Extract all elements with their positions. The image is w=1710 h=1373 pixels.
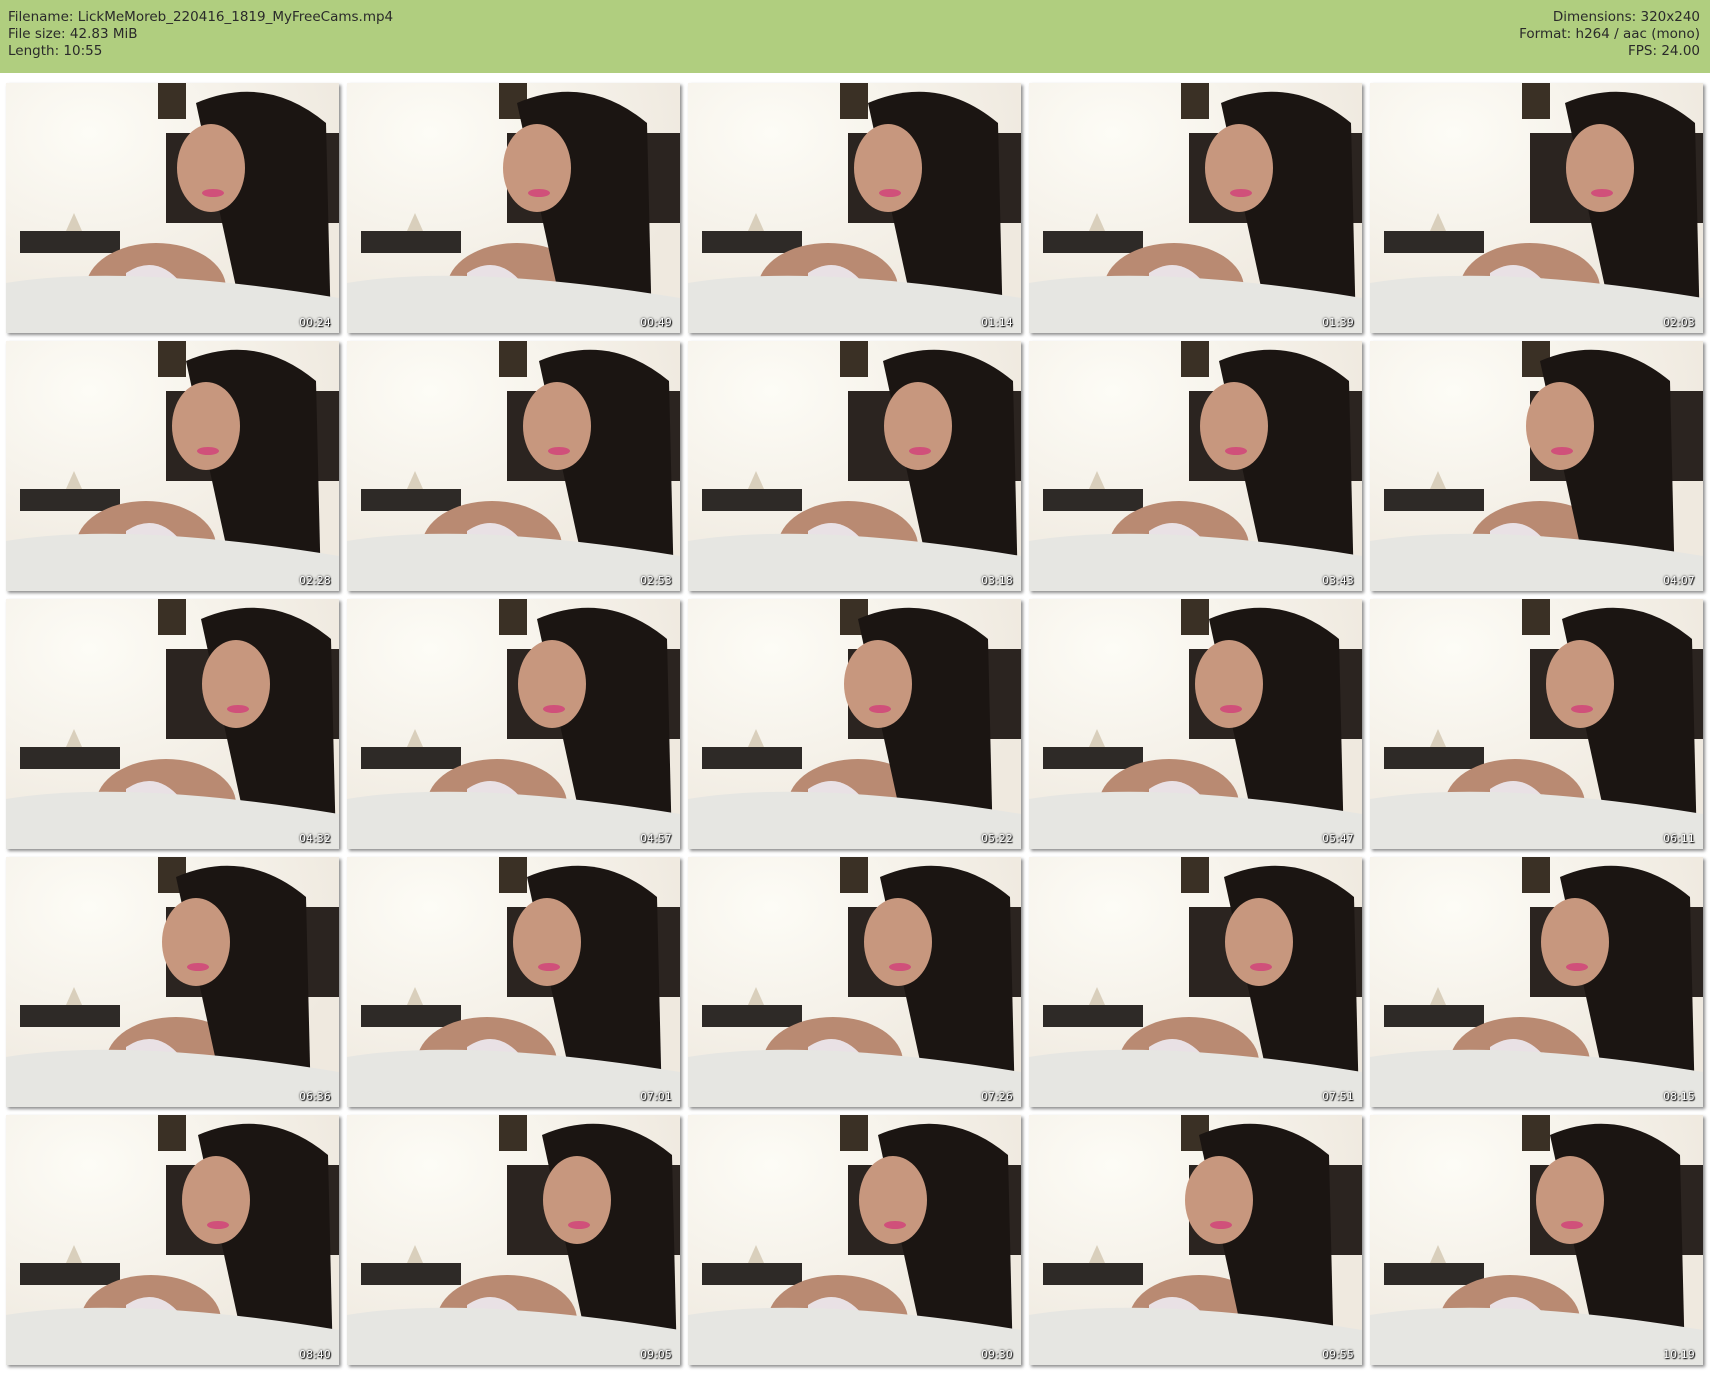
frame-timestamp: 07:01 — [640, 1091, 672, 1103]
frame-image — [1370, 1115, 1703, 1365]
video-frame-thumbnail: 07:51 — [1029, 857, 1362, 1107]
frame-timestamp: 01:14 — [981, 317, 1013, 329]
frame-timestamp: 05:22 — [981, 833, 1013, 845]
video-frame-thumbnail: 09:55 — [1029, 1115, 1362, 1365]
frame-timestamp: 06:36 — [299, 1091, 331, 1103]
frame-image — [1370, 341, 1703, 591]
video-frame-thumbnail: 02:03 — [1370, 83, 1703, 333]
video-frame-thumbnail: 05:47 — [1029, 599, 1362, 849]
frame-timestamp: 07:26 — [981, 1091, 1013, 1103]
frame-image — [1370, 599, 1703, 849]
frame-timestamp: 00:49 — [640, 317, 672, 329]
video-frame-thumbnail: 10:19 — [1370, 1115, 1703, 1365]
video-frame-thumbnail: 03:18 — [688, 341, 1021, 591]
frame-image — [688, 599, 1021, 849]
frame-image — [347, 341, 680, 591]
video-frame-thumbnail: 00:24 — [6, 83, 339, 333]
video-frame-thumbnail: 01:14 — [688, 83, 1021, 333]
video-frame-thumbnail: 08:15 — [1370, 857, 1703, 1107]
video-frame-thumbnail: 08:40 — [6, 1115, 339, 1365]
video-frame-thumbnail: 02:28 — [6, 341, 339, 591]
frame-timestamp: 03:18 — [981, 575, 1013, 587]
video-frame-thumbnail: 07:26 — [688, 857, 1021, 1107]
frame-timestamp: 05:47 — [1322, 833, 1354, 845]
frame-image — [347, 599, 680, 849]
frame-timestamp: 00:24 — [299, 317, 331, 329]
frame-image — [6, 1115, 339, 1365]
frame-image — [6, 341, 339, 591]
video-frame-thumbnail: 03:43 — [1029, 341, 1362, 591]
frame-image — [688, 341, 1021, 591]
frame-image — [1029, 341, 1362, 591]
frame-image — [1029, 83, 1362, 333]
frame-image — [347, 1115, 680, 1365]
frame-image — [6, 599, 339, 849]
frame-timestamp: 04:32 — [299, 833, 331, 845]
video-frame-thumbnail: 04:07 — [1370, 341, 1703, 591]
frame-timestamp: 09:05 — [640, 1349, 672, 1361]
video-frame-thumbnail: 02:53 — [347, 341, 680, 591]
frame-image — [688, 857, 1021, 1107]
frame-timestamp: 09:55 — [1322, 1349, 1354, 1361]
frame-timestamp: 01:39 — [1322, 317, 1354, 329]
frame-image — [1370, 83, 1703, 333]
frame-timestamp: 10:19 — [1663, 1349, 1695, 1361]
frame-image — [1029, 599, 1362, 849]
frame-image — [688, 83, 1021, 333]
video-frame-thumbnail: 01:39 — [1029, 83, 1362, 333]
frame-timestamp: 04:57 — [640, 833, 672, 845]
frame-image — [6, 83, 339, 333]
video-frame-thumbnail: 06:36 — [6, 857, 339, 1107]
frame-image — [347, 857, 680, 1107]
frame-timestamp: 04:07 — [1663, 575, 1695, 587]
frame-timestamp: 06:11 — [1663, 833, 1695, 845]
frame-timestamp: 03:43 — [1322, 575, 1354, 587]
video-frame-thumbnail: 09:30 — [688, 1115, 1021, 1365]
frame-image — [1029, 1115, 1362, 1365]
frame-image — [1370, 857, 1703, 1107]
video-frame-thumbnail: 04:57 — [347, 599, 680, 849]
frame-timestamp: 08:15 — [1663, 1091, 1695, 1103]
frame-timestamp: 02:53 — [640, 575, 672, 587]
frame-image — [347, 83, 680, 333]
frame-image — [1029, 857, 1362, 1107]
frame-image — [6, 857, 339, 1107]
thumbnail-grid: 00:24 00:49 01:14 01:39 02:03 02:28 02:53 03:18… — [0, 0, 1710, 1373]
frame-timestamp: 08:40 — [299, 1349, 331, 1361]
video-frame-thumbnail: 00:49 — [347, 83, 680, 333]
frame-timestamp: 07:51 — [1322, 1091, 1354, 1103]
video-frame-thumbnail: 07:01 — [347, 857, 680, 1107]
video-frame-thumbnail: 05:22 — [688, 599, 1021, 849]
video-frame-thumbnail: 06:11 — [1370, 599, 1703, 849]
video-frame-thumbnail: 04:32 — [6, 599, 339, 849]
frame-timestamp: 02:28 — [299, 575, 331, 587]
video-frame-thumbnail: 09:05 — [347, 1115, 680, 1365]
frame-image — [688, 1115, 1021, 1365]
frame-timestamp: 09:30 — [981, 1349, 1013, 1361]
frame-timestamp: 02:03 — [1663, 317, 1695, 329]
